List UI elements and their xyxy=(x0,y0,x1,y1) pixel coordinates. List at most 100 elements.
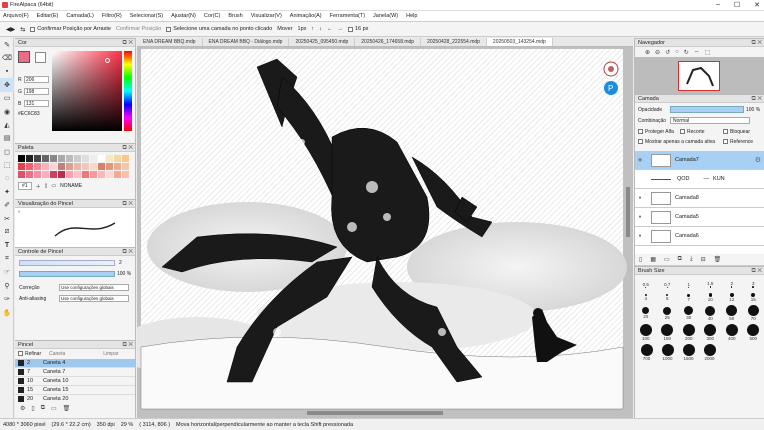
tab-document-active[interactable]: 20250503_143254.mdp xyxy=(486,38,553,46)
palette-swatch[interactable] xyxy=(66,155,73,162)
canvas-area[interactable]: P xyxy=(137,47,633,418)
dot-tool-icon[interactable]: ▪ xyxy=(0,65,14,78)
move-tool-icon[interactable]: ✥ xyxy=(0,78,14,92)
brush-size-option[interactable]: 70 xyxy=(745,305,762,321)
show-active-only-checkbox[interactable]: Mostrar apenas a camada ativa xyxy=(638,139,715,145)
palette-swatch[interactable] xyxy=(90,163,97,170)
bucket-tool-icon[interactable]: ◭ xyxy=(0,118,14,131)
palette-swatch[interactable] xyxy=(18,171,25,178)
eraser-tool-icon[interactable]: ⌫ xyxy=(0,51,14,64)
palette-swatches[interactable] xyxy=(18,155,132,178)
visibility-icon[interactable]: ◉ xyxy=(635,157,645,163)
select-tool-icon[interactable]: ⬚ xyxy=(0,159,14,172)
rotate-left-icon[interactable]: ↺ xyxy=(665,49,670,56)
duplicate-pen-icon[interactable]: ⧉ xyxy=(41,405,45,412)
panel-menu-icon[interactable]: ⧉ ✕ xyxy=(751,95,762,103)
pen-item[interactable]: 10 Caneta 10 xyxy=(15,377,135,386)
palette-swatch[interactable] xyxy=(98,171,105,178)
zoom-out-icon[interactable]: ⊖ xyxy=(655,49,660,56)
brush-size-option[interactable]: 20 xyxy=(637,307,654,319)
palette-swatch[interactable] xyxy=(18,163,25,170)
palette-swatch[interactable] xyxy=(106,171,113,178)
brush-opacity-value[interactable]: 100 % xyxy=(117,271,131,277)
menu-tool[interactable]: Ferramenta(T) xyxy=(330,13,365,19)
brush-size-option[interactable]: 1.5 xyxy=(702,281,719,288)
eyedropper2-tool-icon[interactable]: ✑ xyxy=(0,292,14,305)
frame-tool-icon[interactable]: ⌗ xyxy=(0,252,14,265)
palette-swatch[interactable] xyxy=(34,163,41,170)
brush-size-option[interactable]: 1 xyxy=(680,282,697,288)
brush-size-option[interactable]: 50 xyxy=(723,305,740,321)
palette-swatch[interactable] xyxy=(90,171,97,178)
confirm-position-button[interactable]: Confirmar Posição xyxy=(116,26,161,32)
brush-size-option[interactable]: 3 xyxy=(745,281,762,288)
palette-swatch[interactable] xyxy=(98,163,105,170)
play-icon[interactable]: ◀▶ xyxy=(6,26,15,33)
flip-icon[interactable]: ⇔ xyxy=(694,49,700,55)
move-step-value[interactable]: 1px xyxy=(298,26,307,32)
brush-size-option[interactable]: 10 xyxy=(702,293,719,302)
tab-document[interactable]: ENA DREAM BBQ.mdp xyxy=(137,38,203,46)
palette-swatch[interactable] xyxy=(122,155,129,162)
brush-size-option[interactable]: 100 xyxy=(637,323,654,341)
maximize-button[interactable]: ☐ xyxy=(734,1,740,9)
new-pen-icon[interactable]: ▯ xyxy=(31,405,34,412)
operation-tool-icon[interactable]: ☞ xyxy=(0,266,14,279)
brush-size-option[interactable]: 1000 xyxy=(659,343,676,361)
palette-add-icon[interactable]: ＋ xyxy=(36,183,41,190)
select-eraser-tool-icon[interactable]: ✂ xyxy=(0,212,14,225)
palette-swatch[interactable] xyxy=(58,171,65,178)
reference-checkbox[interactable]: Reference xyxy=(723,139,753,145)
brush-size-option[interactable]: 500 xyxy=(745,323,762,341)
panel-menu-icon[interactable]: ⧉ ✕ xyxy=(751,39,762,47)
brush-size-option[interactable]: 40 xyxy=(702,305,719,321)
palette-swatch[interactable] xyxy=(106,163,113,170)
fit-icon[interactable]: ⬚ xyxy=(705,49,711,56)
tab-document[interactable]: 20250426_174658.mdp xyxy=(355,38,422,46)
shape-tool-icon[interactable]: ◻ xyxy=(0,145,14,158)
text-tool-icon[interactable]: T xyxy=(0,239,14,252)
panel-menu-icon[interactable]: ⧉ ✕ xyxy=(122,39,133,47)
menu-window[interactable]: Janela(W) xyxy=(373,13,398,19)
pen-item[interactable]: 20 Caneta 20 xyxy=(15,395,135,403)
layer-item-folder[interactable]: QOD — KUN xyxy=(635,170,764,189)
tab-document[interactable]: ENA DREAM BBQ - Diálogo.mdp xyxy=(203,38,290,46)
pen-filter-button[interactable]: Caneta xyxy=(49,351,65,357)
lock-checkbox[interactable]: Bloquear xyxy=(723,129,750,135)
brush-size-option[interactable]: 150 xyxy=(659,323,676,341)
palette-swatch[interactable] xyxy=(114,163,121,170)
menu-filter[interactable]: Filtro(R) xyxy=(102,13,122,19)
brush-size-option[interactable]: 200 xyxy=(680,323,697,341)
saturation-value-picker[interactable] xyxy=(52,51,122,131)
antialias-select[interactable]: Use configurações globais xyxy=(59,295,129,302)
fill-tool-icon[interactable]: ◉ xyxy=(0,105,14,118)
palette-swatch[interactable] xyxy=(82,163,89,170)
arrow-left-icon[interactable]: ← xyxy=(327,26,333,32)
layer-settings-icon[interactable]: ⚙ xyxy=(755,156,761,164)
palette-swatch[interactable] xyxy=(42,155,49,162)
menu-brush[interactable]: Brush xyxy=(228,13,242,19)
palette-swatch[interactable] xyxy=(26,155,33,162)
brush-size-option[interactable]: 300 xyxy=(702,323,719,341)
merge-down-icon[interactable]: ⤓ xyxy=(690,256,693,263)
palette-swatch[interactable] xyxy=(50,155,57,162)
arrow-up-icon[interactable]: ↑ xyxy=(311,26,314,32)
navigator-viewport[interactable] xyxy=(678,61,720,91)
confirm-by-drag-checkbox[interactable]: Confirmar Posição por Arraste xyxy=(30,26,111,32)
brush-size-option[interactable]: 0.5 xyxy=(637,282,654,288)
panel-menu-icon[interactable]: ⧉ ✕ xyxy=(122,144,133,152)
hand-tool-icon[interactable]: ✋ xyxy=(0,306,14,319)
palette-swatch[interactable] xyxy=(122,163,129,170)
menu-file[interactable]: Arquivo(F) xyxy=(3,13,29,19)
palette-swatch[interactable] xyxy=(66,171,73,178)
duplicate-layer-icon[interactable]: ⧉ xyxy=(678,256,682,263)
brush-tool-icon[interactable]: ✎ xyxy=(0,38,14,51)
horizontal-scrollbar[interactable] xyxy=(307,411,443,415)
layer-item[interactable]: ● Camada5 xyxy=(635,208,764,227)
brush-size-option[interactable]: 1500 xyxy=(680,343,697,361)
palette-index-select[interactable]: #1 xyxy=(18,182,32,190)
palette-swatch[interactable] xyxy=(66,163,73,170)
menu-view[interactable]: Visualizar(V) xyxy=(251,13,282,19)
panel-menu-icon[interactable]: ⧉ ✕ xyxy=(122,341,133,349)
delete-pen-icon[interactable]: 🗑 xyxy=(63,405,71,412)
